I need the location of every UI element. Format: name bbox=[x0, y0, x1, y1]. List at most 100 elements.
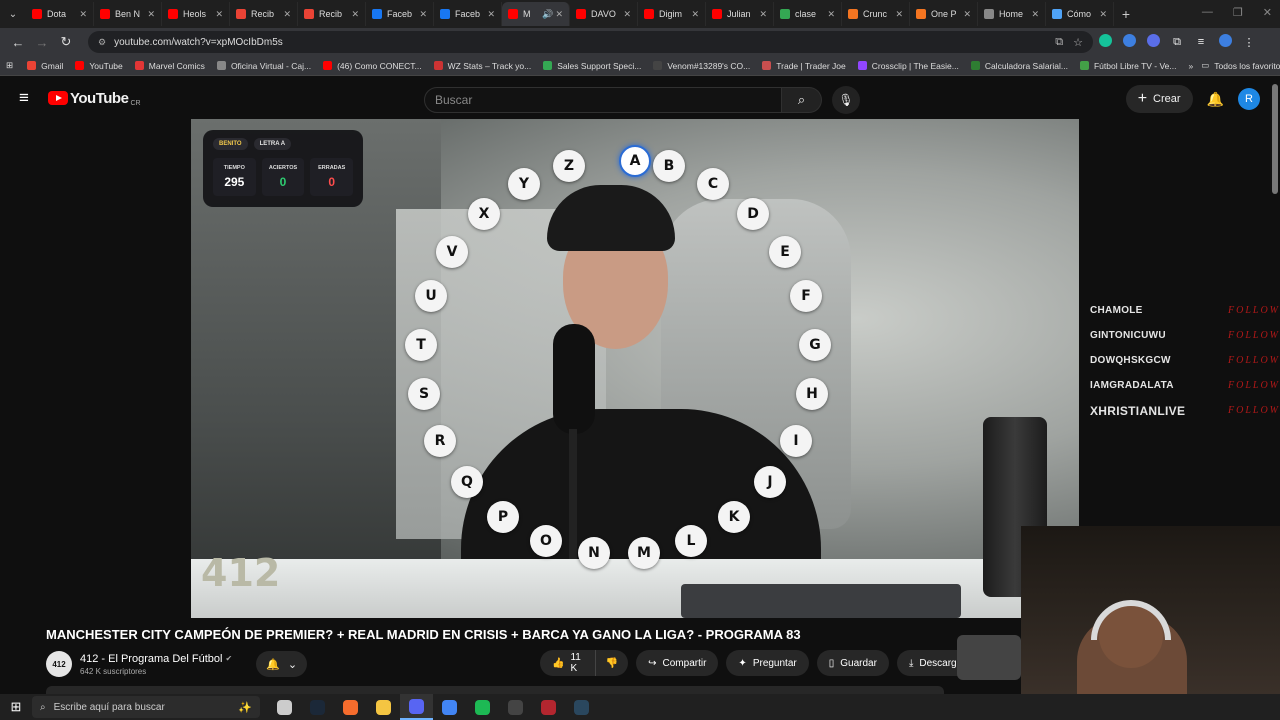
close-tab-icon[interactable]: ✕ bbox=[147, 9, 155, 20]
browser-tab[interactable]: One P ✕ bbox=[910, 2, 978, 26]
browser-tab[interactable]: Ben N ✕ bbox=[94, 2, 162, 26]
save-button[interactable]: ▯ Guardar bbox=[816, 650, 889, 676]
url-input[interactable]: ⚙ youtube.com/watch?v=xpMOcIbDm5s ⧉ ☆ bbox=[88, 31, 1093, 53]
close-window-icon[interactable]: ✕ bbox=[1263, 6, 1272, 19]
browser-menu-icon[interactable]: ⋮ bbox=[1237, 36, 1261, 49]
minimize-icon[interactable]: — bbox=[1202, 6, 1213, 19]
extensions-puzzle-icon[interactable]: ⧉ bbox=[1165, 36, 1189, 49]
description-box[interactable] bbox=[46, 686, 944, 694]
restore-icon[interactable]: ❐ bbox=[1233, 6, 1243, 19]
search-button[interactable]: ⌕ bbox=[782, 87, 822, 113]
page-scrollbar[interactable] bbox=[1272, 84, 1278, 194]
bookmark-item[interactable]: Crossclip | The Easie... bbox=[857, 61, 959, 71]
share-button[interactable]: ↪ Compartir bbox=[636, 650, 719, 676]
close-tab-icon[interactable]: ✕ bbox=[1031, 9, 1039, 20]
vpn-extension-icon[interactable] bbox=[1117, 34, 1141, 50]
dislike-button[interactable]: 👎 bbox=[595, 650, 629, 676]
browser-tab[interactable]: DAVO ✕ bbox=[570, 2, 638, 26]
video-player[interactable]: 412 BENITO LETRA A TIEMPO 295 ACIERTOS 0… bbox=[191, 119, 1079, 618]
browser-tab[interactable]: Recib ✕ bbox=[230, 2, 298, 26]
channel-avatar[interactable]: 412 bbox=[46, 651, 72, 677]
browser-tab[interactable]: Cómo ✕ bbox=[1046, 2, 1114, 26]
browser-tab[interactable]: M 🔊 ✕ bbox=[502, 2, 570, 26]
taskbar-app-steam-2[interactable] bbox=[565, 694, 598, 720]
speaker-icon[interactable]: 🔊 bbox=[542, 9, 553, 20]
close-tab-icon[interactable]: ✕ bbox=[215, 9, 223, 20]
account-avatar[interactable]: R bbox=[1238, 88, 1260, 110]
bookmark-item[interactable]: Calculadora Salarial... bbox=[970, 61, 1068, 71]
browser-tab[interactable]: Faceb ✕ bbox=[366, 2, 434, 26]
grammarly-extension-icon[interactable] bbox=[1093, 34, 1117, 50]
browser-tab[interactable]: Digim ✕ bbox=[638, 2, 706, 26]
like-button[interactable]: 👍 11 K bbox=[540, 650, 596, 676]
windows-start-icon[interactable]: ⊞ bbox=[0, 699, 32, 715]
close-tab-icon[interactable]: ✕ bbox=[79, 9, 87, 20]
bookmark-item[interactable]: WZ Stats – Track yo... bbox=[433, 61, 531, 71]
taskbar-search-input[interactable]: ⌕ Escribe aquí para buscar ✨ bbox=[32, 696, 260, 718]
browser-tab[interactable]: Julian ✕ bbox=[706, 2, 774, 26]
close-tab-icon[interactable]: ✕ bbox=[827, 9, 835, 20]
bookmark-item[interactable]: Venom#13289's CO... bbox=[653, 61, 750, 71]
close-tab-icon[interactable]: ✕ bbox=[623, 9, 631, 20]
browser-tab[interactable]: Heols ✕ bbox=[162, 2, 230, 26]
taskbar-app-task-view[interactable] bbox=[268, 694, 301, 720]
close-tab-icon[interactable]: ✕ bbox=[283, 9, 291, 20]
taskbar-app-origin[interactable] bbox=[334, 694, 367, 720]
channel-name[interactable]: 412 - El Programa Del Fútbol bbox=[80, 653, 222, 665]
close-tab-icon[interactable]: ✕ bbox=[759, 9, 767, 20]
taskbar-app-discord-like[interactable] bbox=[400, 694, 433, 720]
close-tab-icon[interactable]: ✕ bbox=[691, 9, 699, 20]
install-app-icon[interactable]: ⧉ bbox=[1055, 36, 1063, 49]
bookmark-favicon-icon bbox=[653, 61, 663, 70]
tab-search-menu[interactable]: ⌄ bbox=[0, 0, 26, 28]
browser-tab[interactable]: Home ✕ bbox=[978, 2, 1046, 26]
close-tab-icon[interactable]: ✕ bbox=[555, 9, 563, 20]
related-video-thumbnail[interactable] bbox=[957, 635, 1021, 680]
browser-tab[interactable]: Faceb ✕ bbox=[434, 2, 502, 26]
browser-tab[interactable]: clase ✕ bbox=[774, 2, 842, 26]
search-input[interactable]: Buscar bbox=[424, 87, 782, 113]
taskbar-app-chrome[interactable] bbox=[433, 694, 466, 720]
reading-list-icon[interactable]: ≡ bbox=[1189, 36, 1213, 48]
bookmarks-overflow[interactable]: » bbox=[1189, 61, 1194, 71]
forward-icon[interactable]: → bbox=[30, 35, 54, 50]
new-tab-button[interactable]: + bbox=[1114, 6, 1138, 22]
bookmark-star-icon[interactable]: ☆ bbox=[1073, 36, 1083, 49]
extension-badge-icon[interactable] bbox=[1141, 34, 1165, 50]
bookmark-item[interactable]: YouTube bbox=[75, 61, 123, 71]
site-info-icon[interactable]: ⚙ bbox=[98, 37, 106, 48]
taskbar-app-gaming-app[interactable] bbox=[532, 694, 565, 720]
taskbar-app-obs[interactable] bbox=[499, 694, 532, 720]
bookmark-item[interactable]: Trade | Trader Joe bbox=[762, 61, 846, 71]
bookmark-item[interactable]: Gmail bbox=[27, 61, 63, 71]
close-tab-icon[interactable]: ✕ bbox=[1099, 9, 1107, 20]
taskbar-app-steam[interactable] bbox=[301, 694, 334, 720]
reload-icon[interactable]: ↻ bbox=[54, 34, 78, 50]
bookmark-item[interactable]: Fútbol Libre TV - Ve... bbox=[1079, 61, 1177, 71]
all-favorites[interactable]: ▭ Todos los favoritos bbox=[1201, 60, 1280, 71]
apps-grid-icon[interactable]: ⊞ bbox=[6, 60, 13, 71]
youtube-logo[interactable]: YouTube CR bbox=[48, 90, 141, 107]
back-icon[interactable]: ← bbox=[6, 35, 30, 50]
close-tab-icon[interactable]: ✕ bbox=[487, 9, 495, 20]
create-button[interactable]: + Crear bbox=[1125, 85, 1193, 113]
notifications-bell-icon[interactable]: 🔔 bbox=[1207, 91, 1224, 108]
profile-avatar[interactable] bbox=[1213, 34, 1237, 50]
browser-tab[interactable]: Recib ✕ bbox=[298, 2, 366, 26]
ask-button[interactable]: ✦ Preguntar bbox=[726, 650, 809, 676]
bookmark-item[interactable]: Sales Support Speci... bbox=[543, 61, 641, 71]
close-tab-icon[interactable]: ✕ bbox=[963, 9, 971, 20]
bookmark-item[interactable]: Oficina Virtual - Caj... bbox=[216, 61, 311, 71]
close-tab-icon[interactable]: ✕ bbox=[895, 9, 903, 20]
subscription-bell-button[interactable]: 🔔 ⌄ bbox=[256, 651, 308, 677]
close-tab-icon[interactable]: ✕ bbox=[351, 9, 359, 20]
taskbar-app-file-explorer[interactable] bbox=[367, 694, 400, 720]
taskbar-app-spotify[interactable] bbox=[466, 694, 499, 720]
browser-tab[interactable]: Crunc ✕ bbox=[842, 2, 910, 26]
menu-icon[interactable]: ≡ bbox=[0, 88, 48, 108]
bookmark-item[interactable]: Marvel Comics bbox=[134, 61, 205, 71]
browser-tab[interactable]: Dota ✕ bbox=[26, 2, 94, 26]
close-tab-icon[interactable]: ✕ bbox=[419, 9, 427, 20]
voice-search-button[interactable]: 🎙 bbox=[832, 86, 860, 114]
bookmark-item[interactable]: (46) Como CONECT... bbox=[323, 61, 422, 71]
